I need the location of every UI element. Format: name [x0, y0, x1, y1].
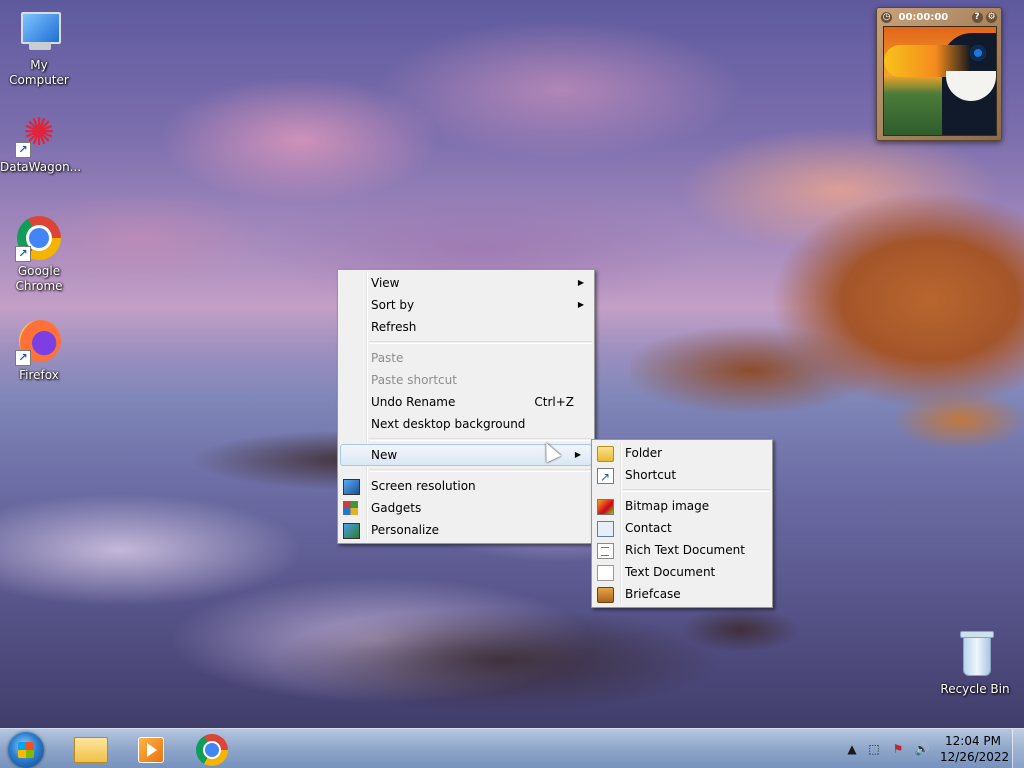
menu-item-label: Rich Text Document [625, 543, 745, 557]
desktop-icon-firefox[interactable]: ↗ Firefox [0, 318, 78, 383]
menu-item-label: Paste shortcut [371, 373, 457, 387]
clock-date: 12/26/2022 [940, 750, 1010, 764]
menu-item-next-desktop-background[interactable]: Next desktop background [338, 413, 594, 435]
submenu-arrow-icon: ▶ [574, 450, 581, 459]
menu-item-sort-by[interactable]: Sort by ▶ [338, 294, 594, 316]
menu-item-label: New [371, 448, 398, 462]
menu-separator [369, 438, 592, 441]
action-center-flag-icon[interactable]: ⚑ [890, 741, 906, 757]
windows-logo-icon [18, 742, 34, 758]
desktop-context-menu: View ▶ Sort by ▶ Refresh Paste Paste sho… [337, 269, 595, 544]
rich-text-icon [597, 543, 614, 559]
bitmap-icon [597, 499, 614, 515]
menu-item-label: Sort by [371, 298, 415, 312]
slideshow-gadget[interactable]: ◷ 00:00:00 ? ⚙ [876, 7, 1002, 141]
menu-item-personalize[interactable]: Personalize [338, 519, 594, 541]
firefox-icon: ↗ [15, 318, 63, 366]
gadget-photo [883, 26, 997, 136]
menu-separator [369, 341, 592, 344]
shortcut-arrow-icon: ↗ [15, 246, 31, 262]
chrome-icon [196, 734, 228, 766]
shortcut-arrow-icon: ↗ [15, 350, 31, 366]
windows-explorer-icon [74, 737, 108, 763]
menu-item-label: Screen resolution [371, 479, 476, 493]
briefcase-icon [597, 587, 614, 603]
taskbar-clock[interactable]: 12:04 PM 12/26/2022 [940, 733, 1010, 765]
computer-icon [15, 8, 63, 56]
menu-item-label: View [371, 276, 400, 290]
menu-item-label: Briefcase [625, 587, 681, 601]
clock-icon: ◷ [881, 12, 892, 23]
menu-item-paste-shortcut: Paste shortcut [338, 369, 594, 391]
gadget-toolbar: ◷ 00:00:00 ? ⚙ [881, 11, 997, 24]
menu-item-view[interactable]: View ▶ [338, 272, 594, 294]
submenu-item-bitmap-image[interactable]: Bitmap image [592, 495, 772, 517]
desktop-icon-label: Google Chrome [15, 264, 63, 293]
taskbar: ▲ ⬚ ⚑ 🔊 12:04 PM 12/26/2022 [0, 728, 1024, 768]
wallpaper-cliff [630, 170, 1024, 460]
help-icon[interactable]: ? [971, 11, 983, 23]
submenu-item-text-document[interactable]: Text Document [592, 561, 772, 583]
new-submenu: Folder Shortcut Bitmap image Contact Ric… [591, 439, 773, 608]
start-button[interactable] [8, 732, 44, 768]
taskbar-media-player[interactable] [122, 731, 178, 767]
menu-item-refresh[interactable]: Refresh [338, 316, 594, 338]
contact-icon [597, 521, 614, 537]
folder-icon [597, 446, 614, 462]
desktop-icon-label: DataWagon... [0, 160, 82, 174]
menu-item-label: Folder [625, 446, 663, 460]
menu-item-label: Shortcut [625, 468, 677, 482]
taskbar-chrome[interactable] [184, 731, 240, 767]
desktop-icon-label: Firefox [19, 368, 59, 382]
menu-item-label: Next desktop background [371, 417, 526, 431]
menu-item-label: Refresh [371, 320, 417, 334]
submenu-arrow-icon: ▶ [577, 278, 584, 287]
menu-item-label: Personalize [371, 523, 440, 537]
screen-resolution-icon [343, 479, 360, 495]
desktop[interactable]: My Computer ✺ ↗ DataWagon... ↗ Google Ch… [0, 0, 1024, 768]
gadgets-icon [343, 501, 358, 515]
taskbar-windows-explorer[interactable] [62, 731, 118, 767]
media-player-icon [138, 737, 164, 763]
submenu-arrow-icon: ▶ [577, 300, 584, 309]
chrome-icon: ↗ [15, 214, 63, 262]
shortcut-icon [597, 466, 614, 488]
desktop-icon-datawagon[interactable]: ✺ ↗ DataWagon... [0, 110, 82, 175]
menu-separator [623, 489, 770, 492]
menu-item-gadgets[interactable]: Gadgets [338, 497, 594, 519]
submenu-item-shortcut[interactable]: Shortcut [592, 464, 772, 488]
desktop-icon-recycle-bin[interactable]: Recycle Bin [936, 631, 1014, 697]
datawagon-icon: ✺ ↗ [15, 110, 63, 158]
menu-item-label: Undo Rename [371, 395, 456, 409]
text-document-icon [597, 565, 614, 581]
menu-item-label: Contact [625, 521, 672, 535]
menu-separator [369, 469, 592, 472]
menu-item-label: Gadgets [371, 501, 422, 515]
submenu-item-briefcase[interactable]: Briefcase [592, 583, 772, 605]
desktop-icon-my-computer[interactable]: My Computer [0, 8, 78, 88]
personalize-icon [343, 523, 360, 539]
desktop-icon-label: Recycle Bin [940, 682, 1010, 696]
desktop-icon-chrome[interactable]: ↗ Google Chrome [0, 214, 78, 294]
shortcut-arrow-icon: ↗ [15, 142, 31, 158]
menu-item-shortcut: Ctrl+Z [534, 395, 574, 409]
menu-item-paste: Paste [338, 347, 594, 369]
menu-item-label: Text Document [625, 565, 716, 579]
menu-item-label: Bitmap image [625, 499, 710, 513]
clock-time: 12:04 PM [945, 734, 1001, 748]
settings-icon[interactable]: ⚙ [986, 11, 997, 23]
menu-item-label: Paste [371, 351, 404, 365]
submenu-item-rich-text-document[interactable]: Rich Text Document [592, 539, 772, 561]
submenu-item-folder[interactable]: Folder [592, 442, 772, 464]
menu-item-screen-resolution[interactable]: Screen resolution [338, 475, 594, 497]
gadget-timer: 00:00:00 [898, 12, 949, 23]
submenu-item-contact[interactable]: Contact [592, 517, 772, 539]
show-hidden-icons-button[interactable]: ▲ [844, 741, 860, 757]
menu-item-undo-rename[interactable]: Undo Rename Ctrl+Z [338, 391, 594, 413]
network-icon[interactable]: ⬚ [866, 741, 882, 757]
recycle-bin-icon [951, 631, 999, 680]
show-desktop-button[interactable] [1012, 729, 1024, 768]
volume-icon[interactable]: 🔊 [914, 741, 930, 757]
desktop-icon-label: My Computer [9, 58, 69, 87]
